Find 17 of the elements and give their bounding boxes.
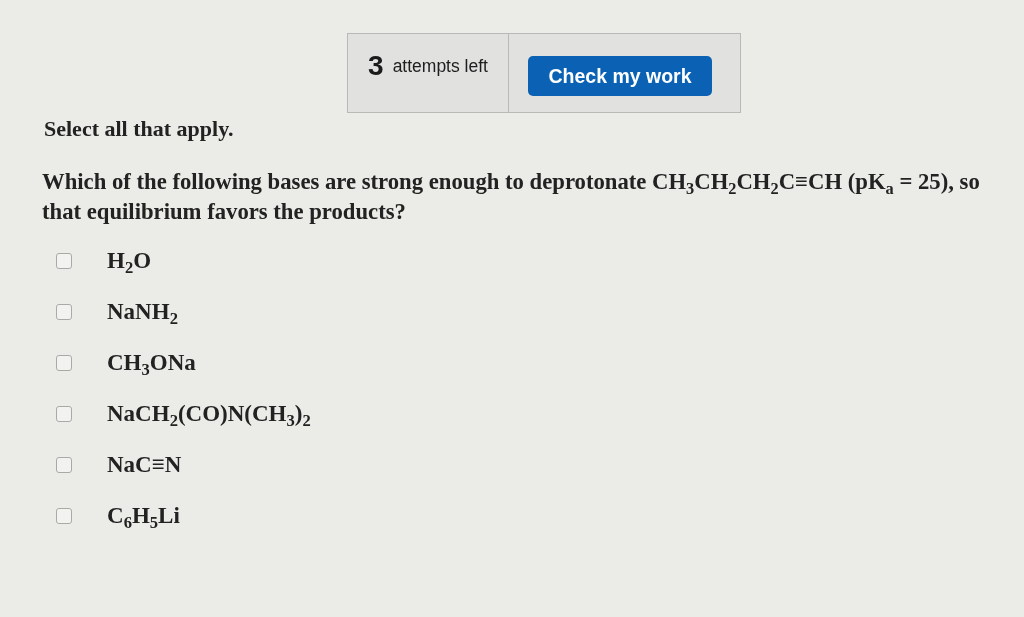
check-my-work-button[interactable]: Check my work [528, 56, 712, 96]
checkbox[interactable] [56, 303, 72, 320]
option-label: C$_{6}$H$_{5}$Li [107, 502, 180, 529]
checkbox[interactable] [56, 405, 72, 422]
attempts-label: attempts left [392, 55, 488, 77]
option-label: H$_{2}$O [107, 247, 152, 274]
option-label: CH$_{3}$ONa [107, 349, 196, 376]
instruction-text: Select all that apply. [44, 116, 234, 142]
checkbox[interactable] [56, 507, 72, 524]
checkbox[interactable] [56, 252, 72, 269]
checkbox[interactable] [56, 456, 72, 473]
checkbox[interactable] [56, 354, 72, 371]
option-label: NaCH$_{2}$(CO)N(CH$_{3}$)$_{2}$ [107, 400, 311, 427]
attempts-count: 3 [368, 50, 384, 82]
option-label: NaNH$_{2}$ [107, 298, 178, 325]
question-text: Which of the following bases are strong enough to deprotonate CH$_{3}$CH$_{2}$CH$_{2}$C≡CH (pK$_{a}$ = 25), so that equilibrium favors the products? [42, 168, 981, 226]
option-label: NaC≡N [107, 451, 182, 478]
